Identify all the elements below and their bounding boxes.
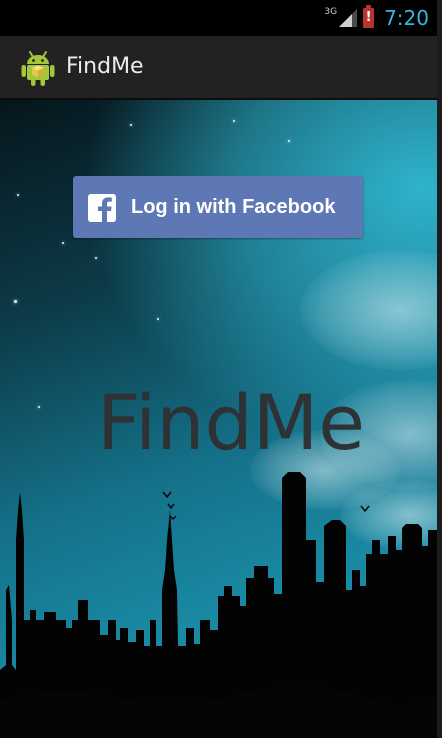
- status-icons: 3G ! 7:20: [324, 4, 429, 32]
- city-skyline-image: [0, 472, 437, 738]
- status-bar: 3G ! 7:20: [0, 0, 437, 36]
- star-decoration: [288, 140, 290, 142]
- star-decoration: [17, 194, 19, 196]
- battery-alert-icon: !: [363, 5, 375, 28]
- android-robot-icon[interactable]: [21, 49, 55, 87]
- star-decoration: [95, 257, 97, 259]
- device-screen: 3G ! 7:20 FindMe Log in with Facebook Fi…: [0, 0, 437, 738]
- cloud-decoration: [300, 250, 437, 370]
- network-type-label: 3G: [324, 7, 338, 17]
- hero-title: FindMe: [97, 378, 366, 467]
- facebook-f-icon: [88, 194, 116, 222]
- star-decoration: [130, 124, 132, 126]
- star-decoration: [38, 406, 40, 408]
- facebook-login-label: Log in with Facebook: [131, 196, 336, 218]
- action-bar: FindMe: [0, 36, 437, 100]
- star-decoration: [14, 300, 17, 303]
- star-decoration: [233, 120, 235, 122]
- star-decoration: [62, 242, 64, 244]
- status-clock: 7:20: [384, 6, 429, 30]
- device-frame-edge: [437, 0, 442, 738]
- signal-strength-icon: [339, 9, 358, 27]
- app-title: FindMe: [66, 54, 144, 79]
- star-decoration: [157, 318, 159, 320]
- battery-alert-mark: !: [365, 10, 372, 25]
- facebook-login-button[interactable]: Log in with Facebook: [73, 176, 363, 238]
- main-content: Log in with Facebook FindMe: [0, 100, 437, 738]
